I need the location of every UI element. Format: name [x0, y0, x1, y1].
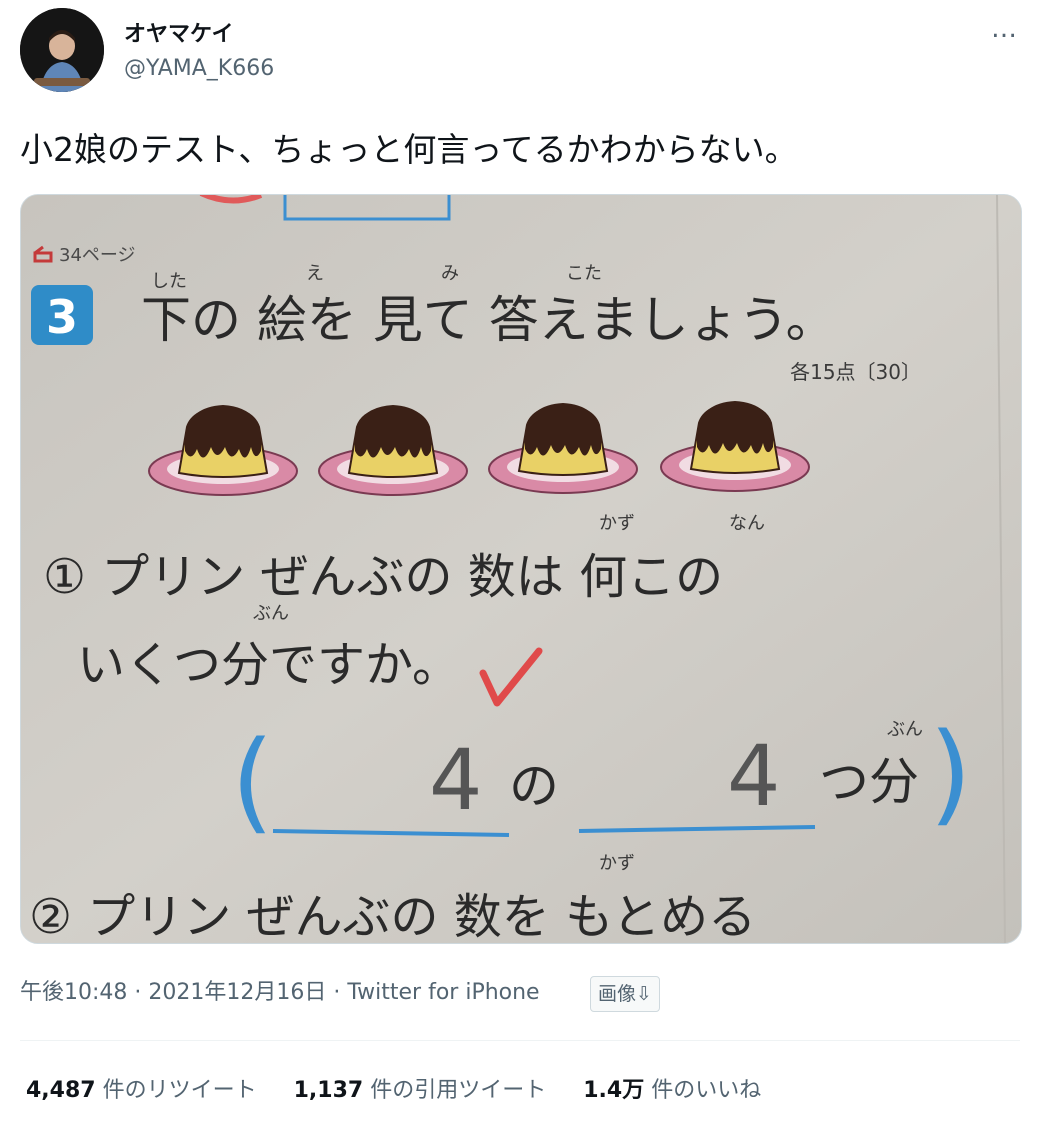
question-1-line-1: ① プリン ぜんぶの 数は 何この — [43, 549, 723, 605]
furigana-kazu-2: かず — [599, 853, 635, 874]
divider — [20, 1040, 1020, 1041]
author-handle[interactable]: @YAMA_K666 — [124, 56, 274, 81]
answer-label-2: つ分 — [819, 753, 919, 811]
page-ref-text: 34ページ — [59, 245, 136, 266]
avatar-image — [20, 8, 104, 92]
tweet-date[interactable]: 2021年12月16日 — [148, 980, 326, 1005]
retweets-stat[interactable]: 4,487 件のリツイート — [26, 1072, 257, 1104]
furigana-mi: み — [441, 263, 459, 284]
furigana-kota: こた — [566, 263, 602, 284]
avatar[interactable] — [20, 8, 104, 92]
likes-stat[interactable]: 1.4万 件のいいね — [583, 1072, 761, 1104]
question-2-line: ② プリン ぜんぶの 数を もとめる — [29, 889, 756, 943]
quote-tweets-stat[interactable]: 1,137 件の引用ツイート — [294, 1072, 547, 1104]
engagement-stats: 4,487 件のリツイート 1,137 件の引用ツイート 1.4万 件のいいね — [26, 1072, 791, 1104]
answer-paren-open: ( — [231, 717, 274, 845]
meta-separator: · — [326, 980, 348, 1005]
likes-count: 1.4万 — [583, 1078, 645, 1103]
meta-separator: · — [127, 980, 149, 1005]
heading-text: 下の 絵を 見て 答えましょう。 — [141, 291, 836, 349]
answer-paren-close: ) — [929, 709, 972, 837]
retweets-label: 件のリツイート — [102, 1078, 257, 1103]
answer-handwritten-1: 4 — [429, 731, 482, 829]
tweet-meta: 午後10:48 · 2021年12月16日 · Twitter for iPho… — [20, 974, 540, 1006]
image-download-button[interactable]: 画像⇩ — [590, 976, 660, 1012]
tweet-photo[interactable]: 34ページ 3 した え み こた 下の 絵を 見て 答えましょう。 各15点〔… — [20, 194, 1022, 944]
furigana-e: え — [306, 263, 324, 284]
tweet-text: 小2娘のテスト、ちょっと何言ってるかわからない。 — [20, 130, 798, 169]
furigana-nan: なん — [729, 513, 765, 534]
tweet-source[interactable]: Twitter for iPhone — [347, 980, 539, 1005]
quote-tweets-label: 件の引用ツイート — [370, 1078, 547, 1103]
likes-label: 件のいいね — [651, 1078, 762, 1103]
furigana-shita: した — [151, 271, 187, 292]
answer-label-1: の — [509, 757, 559, 815]
answer-handwritten-2: 4 — [727, 727, 780, 825]
furigana-kazu: かず — [599, 513, 635, 534]
quote-tweets-count: 1,137 — [293, 1078, 364, 1103]
more-options-icon[interactable]: … — [991, 14, 1018, 44]
author-display-name[interactable]: オヤマケイ — [124, 16, 234, 48]
points-text: 各15点〔30〕 — [790, 360, 921, 384]
tweet-time[interactable]: 午後10:48 — [20, 980, 127, 1005]
retweets-count: 4,487 — [26, 1078, 96, 1103]
question-number: 3 — [46, 290, 78, 344]
question-1-line-2: いくつ分ですか。 — [77, 637, 460, 693]
furigana-bun: ぶん — [253, 603, 289, 624]
furigana-bun-2: ぶん — [887, 719, 923, 740]
